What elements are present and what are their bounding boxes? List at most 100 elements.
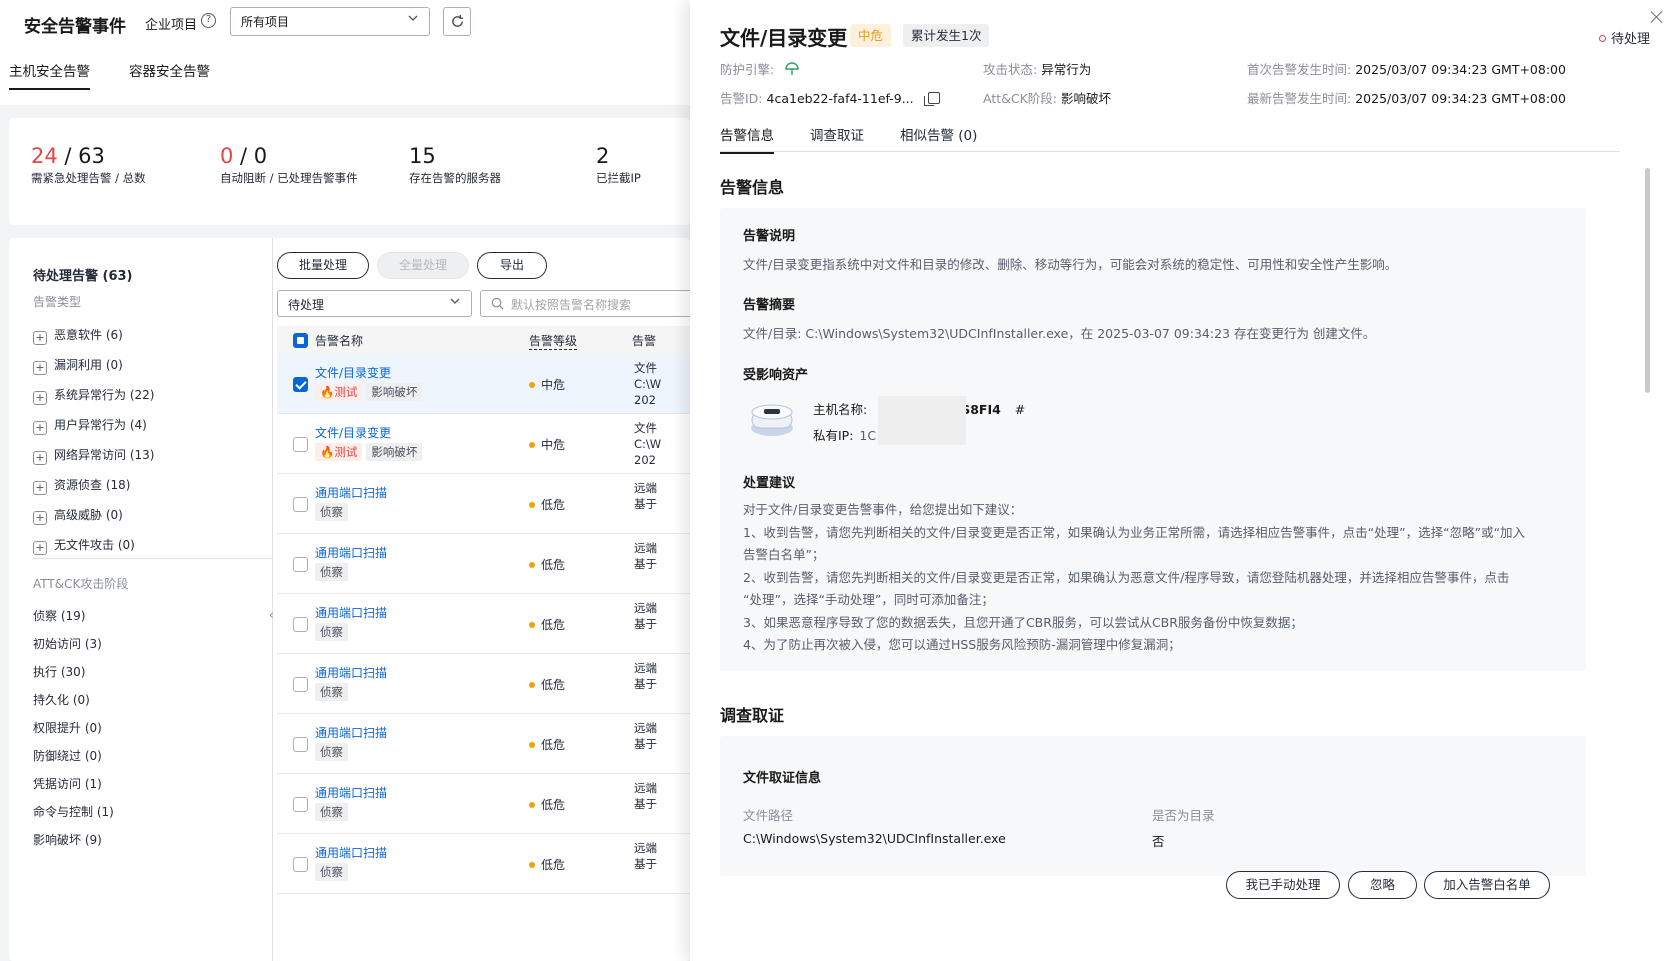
stat-blocked-total: / 0: [233, 144, 268, 168]
help-icon[interactable]: ?: [201, 13, 216, 28]
alert-level-text: 低危: [541, 738, 566, 752]
table-row[interactable]: 通用端口扫描 侦察 低危 远端 基于: [277, 654, 690, 714]
ignore-button[interactable]: 忽略: [1348, 871, 1417, 899]
close-icon[interactable]: [1650, 10, 1664, 24]
filter-phase-item[interactable]: 命令与控制 (1): [33, 803, 114, 820]
refresh-button[interactable]: [443, 7, 471, 36]
row-checkbox[interactable]: [293, 737, 308, 752]
table-row[interactable]: 文件/目录变更 🔥测试 影响破坏 中危 文件 C:\W 202: [277, 414, 690, 474]
private-ip-value: 1C: [859, 428, 877, 443]
tab-alert-info[interactable]: 告警信息: [720, 124, 774, 154]
tab-investigation[interactable]: 调查取证: [810, 124, 864, 152]
handle-all-button[interactable]: 全量处理: [377, 252, 469, 279]
copy-icon[interactable]: [923, 92, 940, 106]
level-dot-icon: [529, 802, 535, 808]
filter-type-system-abnormal[interactable]: + 系统异常行为 (22): [33, 386, 154, 405]
alert-name-link[interactable]: 通用端口扫描: [315, 604, 387, 621]
alert-name-link[interactable]: 通用端口扫描: [315, 544, 387, 561]
meta-last-time-value: 2025/03/07 09:34:23 GMT+08:00: [1355, 91, 1566, 106]
filter-type-recon[interactable]: + 资源侦查 (18): [33, 476, 130, 495]
filter-type-label: 高级威胁 (0): [54, 508, 123, 522]
host-name-value[interactable]: S8FI4: [961, 402, 1001, 417]
alert-level-text: 低危: [541, 798, 566, 812]
alert-desc-cell: 远端 基于: [634, 720, 657, 752]
row-checkbox[interactable]: [293, 497, 308, 512]
row-checkbox[interactable]: [293, 557, 308, 572]
filter-phase-item[interactable]: 凭据访问 (1): [33, 775, 102, 792]
stat-blocked-ip[interactable]: 2 已拦截IP: [596, 144, 641, 186]
stat-urgent-label: 需紧急处理告警 / 总数: [31, 171, 146, 185]
filter-phase-item[interactable]: 侦察 (19): [33, 607, 85, 624]
tab-similar-alerts[interactable]: 相似告警 (0): [900, 124, 977, 152]
project-select[interactable]: 所有项目: [230, 7, 430, 36]
alert-name-link[interactable]: 文件/目录变更: [315, 424, 391, 441]
alert-desc-line: 202: [634, 453, 656, 467]
alert-name-link[interactable]: 通用端口扫描: [315, 724, 387, 741]
status-dot-icon: [1598, 35, 1606, 42]
alert-name-link[interactable]: 通用端口扫描: [315, 484, 387, 501]
divider: [33, 558, 273, 559]
scrollbar[interactable]: [1645, 168, 1650, 393]
filter-type-user-abnormal[interactable]: + 用户异常行为 (4): [33, 416, 147, 435]
alert-desc-cell: 远端 基于: [634, 840, 657, 872]
alert-desc-line: 远端: [634, 661, 657, 675]
status-select-value: 待处理: [288, 298, 325, 312]
stat-servers-value: 15: [409, 144, 436, 168]
row-checkbox[interactable]: [293, 677, 308, 692]
alert-name-link[interactable]: 通用端口扫描: [315, 784, 387, 801]
tab-host-alerts[interactable]: 主机安全告警: [9, 60, 90, 90]
alert-level-text: 低危: [541, 498, 566, 512]
filter-phase-item[interactable]: 影响破坏 (9): [33, 831, 102, 848]
alert-content-card: 待处理告警 (63) 告警类型 + 恶意软件 (6) + 漏洞利用 (0) + 系统异…: [9, 238, 690, 961]
stat-servers[interactable]: 15 存在告警的服务器: [409, 144, 501, 186]
filter-type-network-abnormal[interactable]: + 网络异常访问 (13): [33, 446, 154, 465]
alert-name-link[interactable]: 通用端口扫描: [315, 664, 387, 681]
filter-phase-item[interactable]: 权限提升 (0): [33, 719, 102, 736]
row-checkbox[interactable]: [293, 617, 308, 632]
table-row[interactable]: 通用端口扫描 侦察 低危 远端 基于: [277, 834, 690, 894]
phase-tag: 影响破坏: [366, 443, 423, 461]
table-row[interactable]: 通用端口扫描 侦察 低危 远端 基于: [277, 714, 690, 774]
stat-urgent[interactable]: 24 / 63 需紧急处理告警 / 总数: [31, 144, 146, 186]
table-row[interactable]: 通用端口扫描 侦察 低危 远端 基于: [277, 534, 690, 594]
table-row[interactable]: 文件/目录变更 🔥测试 影响破坏 中危 文件 C:\W 202: [277, 354, 690, 414]
alert-desc-line: 远端: [634, 721, 657, 735]
row-checkbox[interactable]: [293, 797, 308, 812]
row-checkbox[interactable]: [293, 857, 308, 872]
stat-blocked[interactable]: 0 / 0 自动阻断 / 已处理告警事件: [220, 144, 358, 186]
alert-desc-line: 基于: [634, 797, 657, 811]
alert-desc-cell: 文件 C:\W 202: [634, 420, 661, 468]
manual-handled-button[interactable]: 我已手动处理: [1226, 871, 1340, 899]
advice-line: 告警白名单”；: [743, 547, 825, 562]
filter-phase-item[interactable]: 持久化 (0): [33, 691, 90, 708]
alert-level: 低危: [529, 556, 565, 573]
filter-type-fileless[interactable]: + 无文件攻击 (0): [33, 536, 135, 555]
filter-type-malware[interactable]: + 恶意软件 (6): [33, 326, 123, 345]
level-dot-icon: [529, 502, 535, 508]
tab-container-alerts[interactable]: 容器安全告警: [129, 60, 210, 88]
table-row[interactable]: 通用端口扫描 侦察 低危 远端 基于: [277, 774, 690, 834]
alert-level: 低危: [529, 496, 565, 513]
row-checkbox[interactable]: [293, 437, 308, 452]
batch-handle-button[interactable]: 批量处理: [277, 252, 369, 279]
alert-desc-cell: 远端 基于: [634, 600, 657, 632]
alert-search-input[interactable]: 默认按照告警名称搜索: [480, 290, 690, 317]
table-row[interactable]: 通用端口扫描 侦察 低危 远端 基于: [277, 474, 690, 534]
tag-label: 侦察: [320, 625, 343, 639]
filter-phase-item[interactable]: 初始访问 (3): [33, 635, 102, 652]
filter-phase-item[interactable]: 执行 (30): [33, 663, 85, 680]
is-directory-label: 是否为目录: [1152, 808, 1215, 823]
table-row[interactable]: 通用端口扫描 侦察 低危 远端 基于: [277, 594, 690, 654]
filter-type-apt[interactable]: + 高级威胁 (0): [33, 506, 123, 525]
status-select[interactable]: 待处理: [277, 290, 472, 317]
add-whitelist-button[interactable]: 加入告警白名单: [1424, 871, 1550, 899]
filter-phase-item[interactable]: 防御绕过 (0): [33, 747, 102, 764]
alert-name-link[interactable]: 文件/目录变更: [315, 364, 391, 381]
col-alert-level[interactable]: 告警等级: [529, 332, 578, 350]
select-all-checkbox[interactable]: [293, 333, 308, 348]
row-checkbox[interactable]: [293, 377, 308, 392]
filter-type-exploit[interactable]: + 漏洞利用 (0): [33, 356, 123, 375]
server-icon: [748, 398, 796, 440]
alert-name-link[interactable]: 通用端口扫描: [315, 844, 387, 861]
export-button[interactable]: 导出: [477, 252, 547, 279]
